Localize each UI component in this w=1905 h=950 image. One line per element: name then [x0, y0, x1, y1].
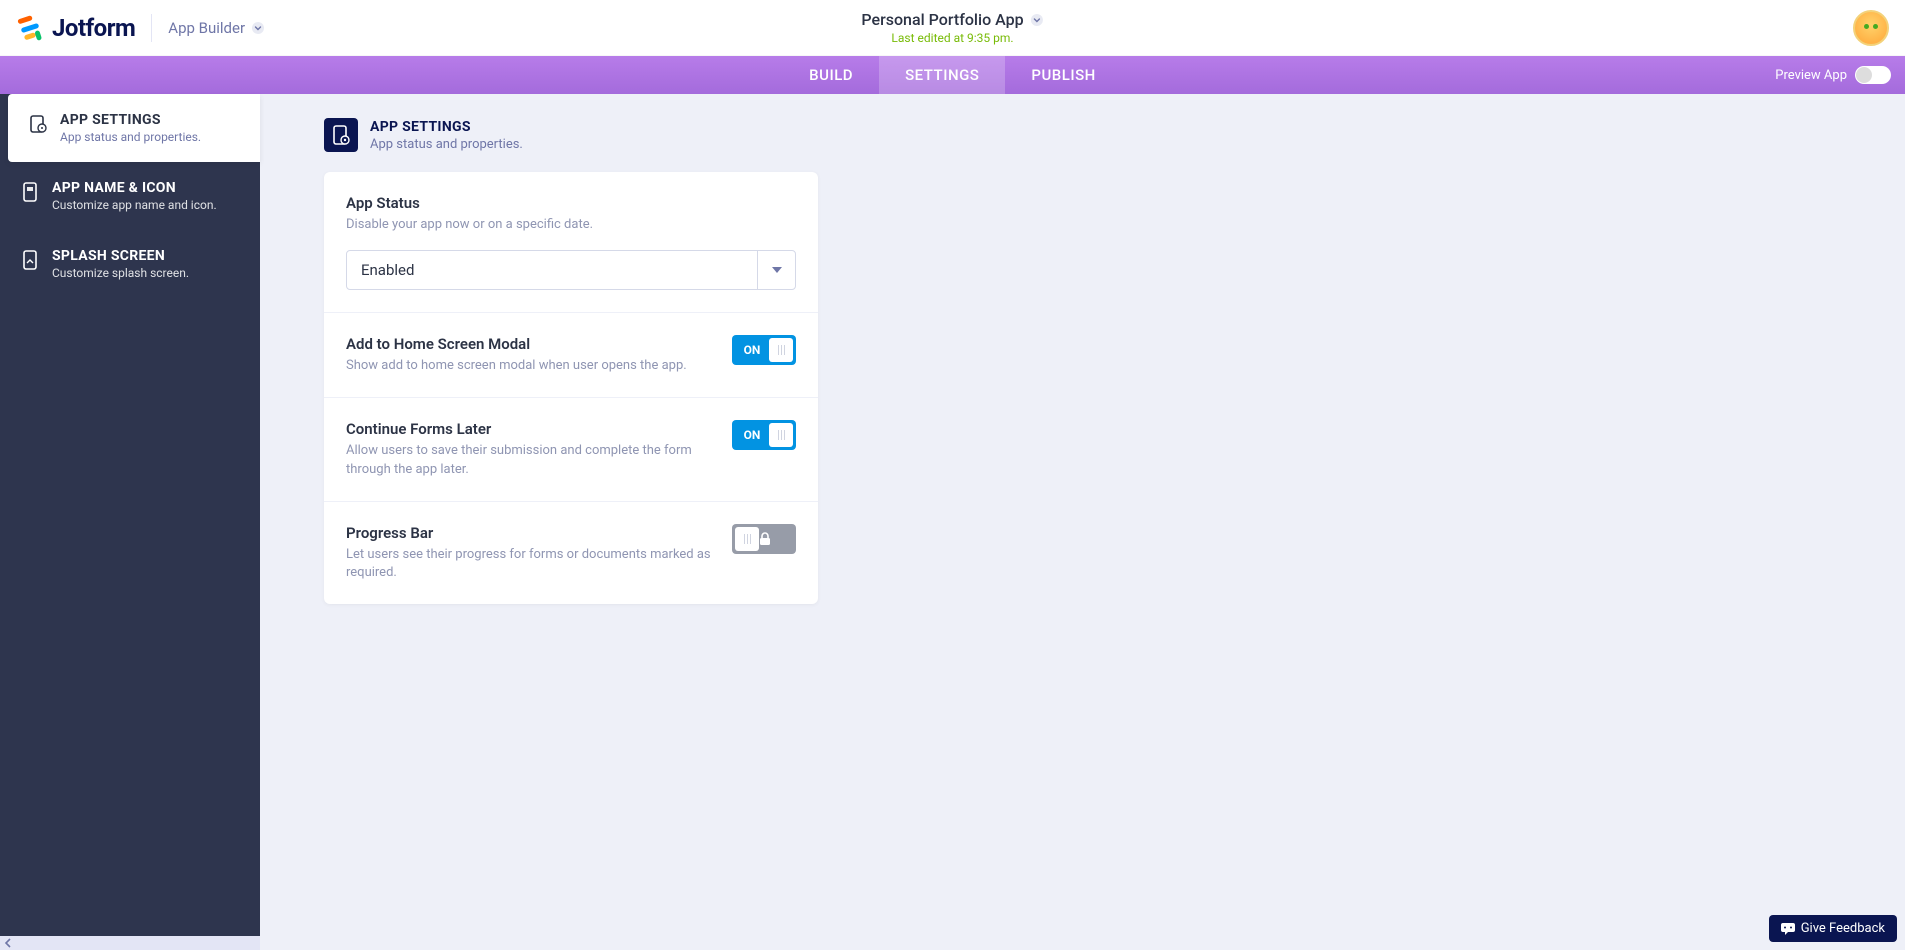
tab-publish-label: PUBLISH [1031, 66, 1095, 84]
toggle-knob [769, 338, 793, 362]
app-status-row: App Status Disable your app now or on a … [324, 172, 818, 313]
last-edited-text: Last edited at 9:35 pm. [861, 31, 1043, 45]
app-status-desc: Disable your app now or on a specific da… [346, 216, 796, 234]
home-screen-modal-row: Add to Home Screen Modal Show add to hom… [324, 313, 818, 398]
toggle-knob [769, 423, 793, 447]
tab-publish[interactable]: PUBLISH [1005, 56, 1121, 94]
app-title[interactable]: Personal Portfolio App [861, 10, 1023, 29]
feedback-label: Give Feedback [1801, 921, 1885, 936]
preview-app-label: Preview App [1775, 68, 1847, 83]
feedback-icon [1781, 923, 1795, 935]
progress-bar-desc: Let users see their progress for forms o… [346, 546, 716, 582]
sidebar-item-splash-screen[interactable]: SPLASH SCREEN Customize splash screen. [0, 230, 260, 298]
user-avatar[interactable] [1853, 10, 1889, 46]
continue-later-toggle[interactable]: ON [732, 420, 796, 450]
sidebar-item-desc: App status and properties. [60, 130, 201, 144]
sidebar-item-title: APP NAME & ICON [52, 180, 217, 196]
home-modal-toggle[interactable]: ON [732, 335, 796, 365]
home-modal-title: Add to Home Screen Modal [346, 335, 716, 353]
sidebar-item-app-settings[interactable]: APP SETTINGS App status and properties. [8, 94, 260, 162]
preview-app-toggle[interactable] [1855, 66, 1891, 84]
app-status-select[interactable]: Enabled [346, 250, 796, 290]
section-desc: App status and properties. [370, 137, 523, 152]
sidebar-item-app-name-icon[interactable]: APP NAME & ICON Customize app name and i… [0, 162, 260, 230]
section-title: APP SETTINGS [370, 119, 523, 135]
caret-down-icon [772, 267, 782, 273]
toggle-on-label: ON [735, 428, 769, 442]
app-title-chevron-icon[interactable] [1030, 13, 1044, 27]
home-modal-desc: Show add to home screen modal when user … [346, 357, 716, 375]
progress-bar-toggle[interactable] [732, 524, 796, 554]
tab-build[interactable]: BUILD [783, 56, 879, 94]
sidebar-item-desc: Customize app name and icon. [52, 198, 217, 212]
splash-icon [20, 250, 40, 270]
tab-build-label: BUILD [809, 66, 853, 84]
brand-name: Jotform [52, 14, 135, 42]
toggle-knob [735, 527, 759, 551]
app-builder-dropdown[interactable]: App Builder [168, 19, 265, 37]
settings-card: App Status Disable your app now or on a … [324, 172, 818, 604]
sidebar-item-desc: Customize splash screen. [52, 266, 189, 280]
chevron-left-icon [4, 938, 12, 948]
progress-bar-row: Progress Bar Let users see their progres… [324, 502, 818, 604]
progress-bar-title: Progress Bar [346, 524, 716, 542]
give-feedback-button[interactable]: Give Feedback [1769, 915, 1897, 942]
toggle-on-label: ON [735, 343, 769, 357]
app-status-dropdown-button[interactable] [757, 251, 795, 289]
header-divider [151, 14, 152, 42]
chevron-down-icon [251, 21, 265, 35]
phone-icon [20, 182, 40, 202]
jotform-logo-icon [16, 14, 44, 42]
sidebar-collapse-button[interactable] [0, 936, 260, 950]
continue-later-desc: Allow users to save their submission and… [346, 442, 716, 478]
clipboard-gear-icon [28, 114, 48, 134]
tab-settings-label: SETTINGS [905, 66, 979, 84]
settings-sidebar: APP SETTINGS App status and properties. … [0, 94, 260, 950]
lock-icon [759, 532, 793, 546]
app-builder-label: App Builder [168, 19, 245, 37]
brand-logo[interactable]: Jotform [16, 14, 135, 42]
continue-later-title: Continue Forms Later [346, 420, 716, 438]
tab-settings[interactable]: SETTINGS [879, 56, 1005, 94]
sidebar-item-title: APP SETTINGS [60, 112, 201, 128]
app-settings-section-icon [324, 118, 358, 152]
app-status-value: Enabled [347, 251, 757, 289]
sidebar-item-title: SPLASH SCREEN [52, 248, 189, 264]
continue-forms-later-row: Continue Forms Later Allow users to save… [324, 398, 818, 501]
app-status-title: App Status [346, 194, 796, 212]
